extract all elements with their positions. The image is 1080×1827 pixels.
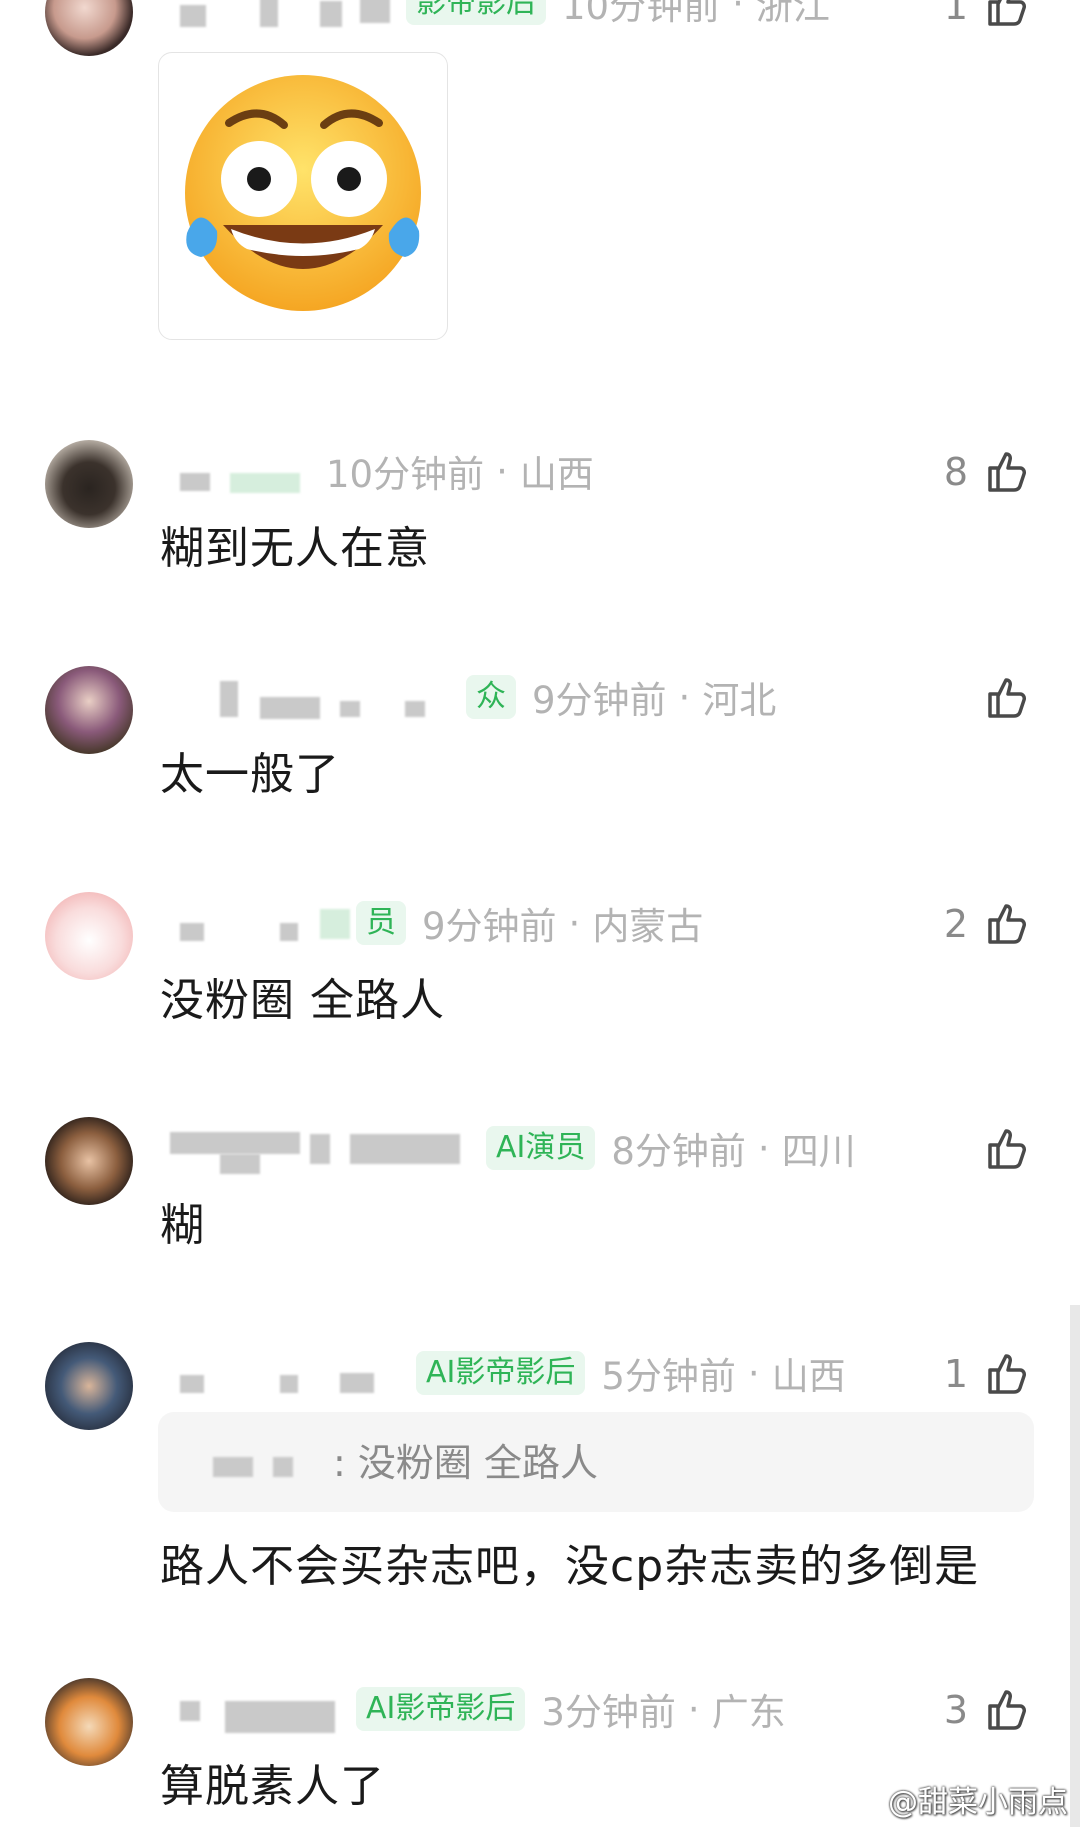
comment-region: 浙江 [755,0,830,28]
comment-region: 山西 [519,453,594,496]
user-badge: AI影帝影后 [356,1687,526,1731]
user-badge: AI演员 [486,1126,596,1170]
comment-text: 路人不会买杂志吧，没cp杂志卖的多倒是 [160,1541,980,1592]
separator-dot: · [678,675,691,719]
like-count: 2 [943,902,968,946]
username-redacted[interactable] [160,903,350,943]
like-count: 1 [943,0,968,28]
like-count: 8 [943,450,968,494]
thumbs-up-icon [982,0,1030,30]
separator-dot: · [568,901,581,945]
comment-time: 8分钟前 [611,1130,746,1173]
like-count: 3 [943,1688,968,1732]
quoted-text: : 没粉圈 全路人 [333,1441,598,1485]
laughing-crying-emoji-icon [185,75,421,311]
comment-text: 太一般了 [160,749,340,800]
comment-time: 10分钟前 [562,0,721,28]
comment-region: 广东 [711,1691,786,1734]
avatar[interactable] [45,892,133,980]
like-button[interactable]: 1 [944,0,1030,34]
thumbs-up-icon [982,1350,1030,1398]
comment-meta: AI影帝影后 3分钟前 · 广东 [160,1684,786,1734]
user-badge: 员 [356,901,406,945]
user-badge: 影帝影后 [406,0,546,25]
like-button[interactable]: 2 [944,896,1030,952]
separator-dot: · [687,1687,700,1731]
thumbs-up-icon [982,448,1030,496]
avatar[interactable] [45,666,133,754]
comment-region: 河北 [702,679,777,722]
comment-region: 山西 [771,1355,846,1398]
like-button[interactable]: 1 [944,1346,1030,1402]
like-count: 1 [943,1352,968,1396]
user-badge: AI影帝影后 [416,1351,586,1395]
username-redacted[interactable] [160,1689,350,1733]
avatar[interactable] [45,1342,133,1430]
username-redacted[interactable] [160,1353,410,1393]
like-button[interactable]: 8 [944,444,1030,500]
weibo-logo-icon [848,1781,882,1817]
username-redacted[interactable] [160,0,400,27]
username-redacted[interactable] [160,1128,480,1174]
separator-dot: · [757,1126,770,1170]
separator-dot: · [732,0,744,25]
comment-text: 糊到无人在意 [160,523,430,574]
watermark-text: @甜菜小雨点 [888,1785,1068,1820]
comment-text: 糊 [160,1200,205,1251]
thumbs-up-icon [982,674,1030,722]
separator-dot: · [496,449,508,493]
comment-meta: AI影帝影后 5分钟前 · 山西 [160,1348,846,1398]
user-badge: 众 [466,675,516,719]
like-button[interactable] [968,670,1030,726]
comment-meta: 影帝影后 10分钟前 · 浙江 [160,0,830,28]
username-redacted[interactable] [160,677,460,719]
comment-time: 9分钟前 [532,679,667,722]
comment-time: 9分钟前 [422,905,557,948]
comment-meta: 众 9分钟前 · 河北 [160,672,776,722]
like-button[interactable] [968,1121,1030,1177]
watermark: @甜菜小雨点 [848,1777,1068,1821]
comment-region: 内蒙古 [592,905,704,948]
quoted-username-redacted [213,1457,333,1497]
avatar[interactable] [45,1678,133,1766]
comment-meta: 员 9分钟前 · 内蒙古 [160,898,703,948]
username-redacted[interactable] [160,451,310,493]
comment-region: 四川 [781,1130,856,1173]
avatar[interactable] [45,440,133,528]
comment-meta: AI演员 8分钟前 · 四川 [160,1123,856,1174]
emoji-sticker[interactable] [158,52,448,340]
avatar[interactable] [45,1117,133,1205]
comment-meta: 10分钟前 · 山西 [160,446,594,496]
avatar[interactable] [45,0,133,56]
thumbs-up-icon [982,900,1030,948]
quoted-reply[interactable]: : 没粉圈 全路人 [158,1412,1034,1512]
scrollbar[interactable] [1070,1305,1080,1827]
separator-dot: · [747,1351,760,1395]
comment-text: 没粉圈 全路人 [160,975,445,1026]
comment-time: 10分钟前 [326,453,485,496]
comment-text: 算脱素人了 [160,1761,385,1812]
like-button[interactable]: 3 [944,1682,1030,1738]
thumbs-up-icon [982,1125,1030,1173]
comment-time: 5分钟前 [601,1355,736,1398]
thumbs-up-icon [982,1686,1030,1734]
comment-time: 3分钟前 [541,1691,676,1734]
